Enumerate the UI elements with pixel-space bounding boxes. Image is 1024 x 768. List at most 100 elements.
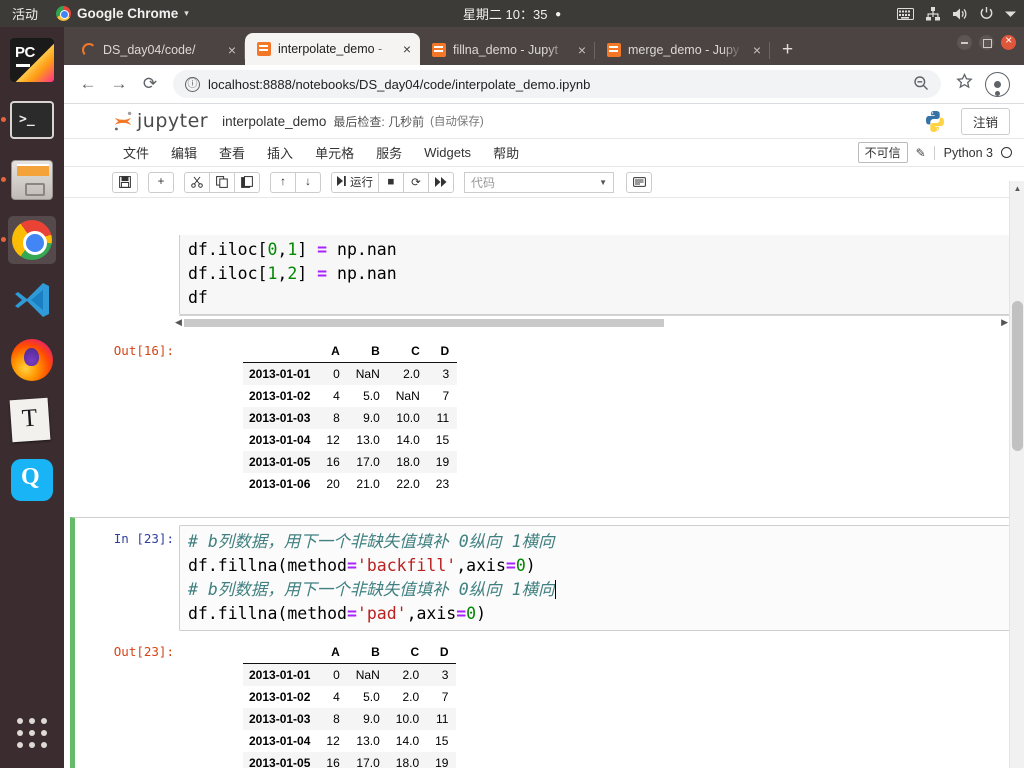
move-cell-up-button[interactable]: ↑ [270,171,296,193]
code-editor[interactable]: # b列数据，用下一个非缺失值填补 0纵向 1横向 df.fillna(meth… [179,525,1011,631]
table-column-header: C [387,340,428,363]
dock-item-vs-code[interactable] [8,276,56,324]
dock-item-qq[interactable] [8,456,56,504]
scrollbar-thumb[interactable] [1012,301,1023,451]
trust-badge[interactable]: 不可信 [857,142,908,163]
close-window-button[interactable] [1001,33,1016,50]
scrollbar-thumb[interactable] [184,319,664,327]
cell-type-select[interactable]: 代码 ▼ [464,171,614,193]
menu-item-insert[interactable]: 插入 [256,143,304,162]
network-icon[interactable] [925,6,941,21]
site-info-icon[interactable]: ⓘ [185,76,200,92]
logout-button[interactable]: 注销 [960,107,1010,135]
interrupt-kernel-button[interactable]: ■ [378,171,404,193]
dock-item-pycharm[interactable]: PC [8,36,56,84]
close-tab-icon[interactable]: × [225,42,239,58]
table-cell: 0 [333,668,340,682]
table-cell: 13.0 [356,433,380,447]
maximize-button[interactable] [979,35,994,50]
menu-item-edit[interactable]: 编辑 [160,143,208,162]
menu-item-view[interactable]: 查看 [208,143,256,162]
notebook-title[interactable]: interpolate_demo [222,114,326,129]
back-button[interactable]: ← [74,70,102,98]
code-editor[interactable]: df.iloc[0,1] = np.nan df.iloc[1,2] = np.… [179,235,1012,315]
close-tab-icon[interactable]: × [400,41,414,57]
menu-item-file[interactable]: 文件 [112,143,160,162]
toolbar-group-run: 运行 ■ ⟳ [331,171,454,193]
table-row: 2013-01-01 0 NaN 2.0 3 [243,362,458,385]
dock-item-firefox[interactable] [8,336,56,384]
close-tab-icon[interactable]: × [575,42,589,58]
cut-cell-button[interactable] [184,171,210,193]
running-indicator-dot [1,237,6,242]
menu-item-widgets[interactable]: Widgets [413,145,482,160]
notification-indicator-icon: ● [555,9,562,20]
dock-item-terminal[interactable] [1,96,56,144]
run-cell-button[interactable]: 运行 [331,171,379,193]
save-button[interactable] [112,171,138,193]
move-cell-down-button[interactable]: ↓ [295,171,321,193]
dock-item-text-editor[interactable] [8,396,56,444]
notebook-cell-fillna[interactable]: In [23]: # b列数据，用下一个非缺失值填补 0纵向 1横向 df.fi… [70,517,1018,768]
jupyter-favicon-icon [257,42,271,56]
notebook-body[interactable]: df.iloc[0,1] = np.nan df.iloc[1,2] = np.… [64,235,1024,768]
menu-item-cell[interactable]: 单元格 [304,143,365,162]
table-row: 2013-01-02 4 5.0 2.0 7 [243,686,456,708]
files-icon [11,160,53,200]
system-tray [897,0,1016,27]
browser-tab-2[interactable]: fillna_demo - Jupyt × [420,35,595,65]
table-column-header: D [427,340,458,363]
address-bar[interactable]: ⓘ localhost:8888/notebooks/DS_day04/code… [173,70,941,98]
minimize-button[interactable] [957,35,972,50]
activities-button[interactable]: 活动 [0,4,48,23]
dock-item-google-chrome[interactable] [1,216,56,264]
star-icon[interactable] [956,72,973,95]
keyboard-icon[interactable] [897,7,914,20]
code-horizontal-scrollbar[interactable]: ◀ ▶ [175,315,1012,329]
scroll-up-arrow-icon[interactable]: ▲ [1010,181,1024,196]
table-cell: 2.0 [402,690,420,704]
dock-item-files[interactable] [1,156,56,204]
table-cell: 18.0 [395,756,420,768]
chevron-down-icon[interactable] [1005,10,1016,18]
table-cell: 16 [326,455,340,469]
scroll-left-arrow-icon[interactable]: ◀ [175,317,182,328]
row-index: 2013-01-06 [249,477,311,491]
close-tab-icon[interactable]: × [750,42,764,58]
browser-tab-1[interactable]: interpolate_demo - × [245,33,420,65]
power-icon[interactable] [979,6,994,21]
table-column-header: A [318,641,348,664]
show-applications-button[interactable] [17,718,47,748]
new-tab-button[interactable]: + [770,39,805,65]
scroll-right-arrow-icon[interactable]: ▶ [1001,317,1008,328]
jupyter-logo[interactable]: jupyter [112,110,208,132]
menu-item-kernel[interactable]: 服务 [365,143,413,162]
browser-tab-0[interactable]: DS_day04/code/ × [70,35,245,65]
volume-icon[interactable] [952,7,968,21]
jupyter-header: jupyter interpolate_demo 最后检查: 几秒前 (自动保存… [64,104,1024,139]
app-menu-button[interactable]: Google Chrome ▾ [48,6,197,21]
checkpoint-status: 最后检查: 几秒前 [333,114,425,129]
chrome-icon [12,220,52,260]
restart-and-run-all-button[interactable] [428,171,454,193]
table-cell: 4 [333,690,340,704]
edit-pencil-icon[interactable]: ✎ [916,146,926,160]
restart-kernel-button[interactable]: ⟳ [403,171,429,193]
table-cell: 12 [326,433,340,447]
menu-item-help[interactable]: 帮助 [482,143,530,162]
browser-tab-3[interactable]: merge_demo - Jupy × [595,35,770,65]
kernel-idle-icon [1001,147,1012,158]
reload-button[interactable]: ⟳ [136,70,164,98]
forward-button[interactable]: → [105,70,133,98]
profile-avatar-icon[interactable] [985,71,1010,97]
terminal-icon [10,101,54,139]
table-cell: 23 [435,477,450,491]
page-vertical-scrollbar[interactable]: ▲ ▼ [1009,181,1024,768]
copy-cell-button[interactable] [209,171,235,193]
zoom-out-icon[interactable] [913,75,929,94]
notebook-cell-nan-assign[interactable]: df.iloc[0,1] = np.nan df.iloc[1,2] = np.… [64,235,1024,507]
command-palette-button[interactable] [626,171,652,193]
toolbar-group-move: ↑ ↓ [270,171,321,193]
paste-cell-button[interactable] [234,171,260,193]
insert-cell-button[interactable]: + [148,171,174,193]
